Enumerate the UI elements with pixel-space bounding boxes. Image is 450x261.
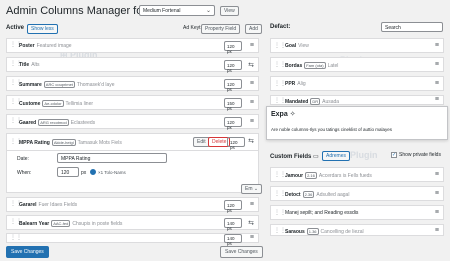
column-row[interactable]: ⋮⋮ Summare ARC couprimet Thomasek'd laye 1… (6, 76, 259, 92)
list-screen-select[interactable]: Medium Fortenal ⌄ (139, 5, 215, 16)
label-field-label: Date: (17, 156, 29, 162)
column-label: Title Alts (19, 62, 40, 68)
menu-icon[interactable]: ≡ (250, 42, 254, 49)
swap-icon[interactable]: ⇆ (248, 137, 254, 145)
width-input[interactable]: 140 ps (224, 234, 242, 246)
custom-field-row[interactable]: ⋮⋮ Detoct 2.36 Adsulted aagal ≡ (270, 186, 444, 201)
column-settings-panel: ⋮⋮ MPPA Rating Akide-heigl Tamasuk Mots Fi… (6, 133, 263, 194)
drag-handle-icon[interactable]: ⋮⋮ (10, 219, 22, 226)
menu-icon[interactable]: ≡ (435, 227, 439, 234)
column-label: Summare ARC couprimet Thomasek'd laye (19, 81, 115, 88)
property-field-button[interactable]: Property Field (201, 24, 241, 34)
width-input[interactable]: 140 ps (224, 218, 242, 231)
page-title: Admin Columns Manager for (6, 5, 147, 17)
column-label: Detoct 2.36 Adsulted aagal (285, 191, 350, 198)
menu-icon[interactable]: ≡ (435, 61, 439, 68)
width-input[interactable]: 120 px (224, 117, 242, 130)
pin-icon: ✧ (289, 111, 296, 118)
column-label: Balearn Year AAC-fed Chsupis in poste fiel… (19, 220, 123, 227)
drag-handle-icon[interactable]: ⋮⋮ (10, 118, 22, 125)
swap-icon[interactable]: ⇆ (248, 219, 254, 227)
swap-icon[interactable]: ⇆ (248, 61, 254, 69)
show-private-checkbox[interactable]: ✓ (391, 152, 397, 158)
width-input[interactable]: 120 ps (224, 60, 242, 73)
monitor-icon: ▭ (313, 154, 319, 160)
column-row[interactable]: ⋮⋮ Balearn Year AAC-fed Chsupis in poste f… (6, 215, 259, 231)
defaults-label: Defact: (270, 24, 291, 30)
popover-title: Expa ✧ (271, 111, 296, 118)
column-label: Goal View (285, 43, 309, 49)
column-label: Mandated DR Ausada (285, 98, 340, 105)
width-value-input[interactable]: 120 (57, 167, 79, 177)
custom-field-row[interactable]: ⋮⋮ Saraous 1.36 Cancelling de liezal ≡ (270, 224, 444, 236)
search-input[interactable]: Search (381, 22, 443, 32)
column-label: Jamour 2.16 Accerdars is Fells fueds (285, 172, 372, 179)
chevron-down-icon: ⌄ (253, 186, 259, 192)
chevron-down-icon: ⌄ (205, 8, 211, 14)
column-row[interactable]: ⋮⋮ Title Alts 120 ps ⇆ (6, 57, 259, 73)
width-input[interactable]: 120 ps (227, 137, 245, 150)
column-label: PPR Alig (285, 81, 306, 87)
column-label: Poster Featured image (19, 43, 72, 49)
width-input[interactable]: 120 ps (224, 200, 242, 213)
column-row[interactable]: ⋮⋮ Gararel Fuer Idaes Fields 120 ps ≡ (6, 197, 259, 213)
menu-icon[interactable]: ≡ (250, 118, 254, 125)
add-button[interactable]: Add (245, 24, 262, 34)
custom-fields-label: Custom Fields ▭ (270, 154, 319, 160)
width-input[interactable]: 150 ps (224, 98, 242, 111)
menu-icon[interactable]: ≡ (250, 99, 254, 106)
column-row[interactable]: ⋮⋮ 140 ps ≡ (6, 233, 259, 246)
column-row[interactable]: ⋮⋮ Custome Ae-cdolor Tellimia liner 150 ps… (6, 95, 259, 111)
drag-handle-icon[interactable]: ⋮⋮ (10, 235, 22, 242)
width-input[interactable]: 120 px (224, 41, 242, 54)
menu-icon[interactable]: ≡ (435, 190, 439, 197)
view-button[interactable]: View (220, 6, 239, 16)
drag-handle-icon[interactable]: ⋮⋮ (10, 61, 22, 68)
info-popover: Expa ✧ Are noble columns-Ilys you tating… (266, 106, 448, 140)
save-changes-button[interactable]: Save Changes (6, 246, 49, 258)
label-input[interactable]: MPPA Rating (57, 153, 167, 163)
column-label: Saraous 1.36 Cancelling de liezal (285, 228, 364, 235)
menu-icon[interactable]: ≡ (250, 80, 254, 87)
column-label: Gararel Fuer Idaes Fields (19, 202, 78, 208)
default-column-row[interactable]: ⋮⋮ PPR Alig ≡ (270, 76, 444, 91)
menu-icon[interactable]: ≡ (435, 80, 439, 87)
drag-handle-icon[interactable]: ⋮⋮ (10, 42, 22, 49)
show-less-button[interactable]: Show less (27, 24, 58, 34)
popover-text: Are noble columns-Ilys you tatings cinek… (271, 127, 393, 132)
active-label: Active (6, 25, 25, 31)
drag-handle-icon[interactable]: ⋮⋮ (10, 201, 22, 208)
default-column-row[interactable]: ⋮⋮ Goal View ≡ (270, 38, 444, 53)
width-field-label: When: (17, 170, 32, 176)
column-label: Gaared ARG recotmod Eclasteeds (19, 119, 96, 126)
add-custom-field-button[interactable]: Adremes (322, 151, 351, 161)
more-button[interactable]: Em ⌄ (241, 184, 263, 194)
menu-icon[interactable]: ≡ (435, 209, 439, 216)
column-label: Manej sepilt; and Reading essdis (285, 210, 359, 216)
unit-radio[interactable] (90, 169, 96, 175)
menu-icon[interactable]: ≡ (250, 201, 254, 208)
drag-handle-icon[interactable]: ⋮⋮ (10, 99, 22, 106)
custom-field-row[interactable]: ⋮⋮ Jamour 2.16 Accerdars is Fells fueds ≡ (270, 167, 444, 182)
divider (7, 150, 258, 151)
column-label: MPPA Rating Akide-heigl Tamasuk Mots Fiels (19, 139, 122, 146)
default-column-row[interactable]: ⋮⋮ Bordas Fam (ota) Latel ≡ (270, 57, 444, 72)
custom-field-row[interactable]: ⋮⋮ Manej sepilt; and Reading essdis ≡ (270, 205, 444, 220)
default-column-row[interactable]: ⋮⋮ Mandated DR Ausada ≡ (270, 95, 444, 105)
column-row[interactable]: ⋮⋮ Gaared ARG recotmod Eclasteeds 120 px ≡ (6, 114, 259, 130)
width-unit: px (81, 170, 87, 176)
column-row[interactable]: ⋮⋮ Poster Featured image 120 px ≡ (6, 38, 259, 54)
select-value: Medium Fortenal (143, 8, 181, 14)
drag-handle-icon[interactable]: ⋮⋮ (10, 80, 22, 87)
menu-icon[interactable]: ≡ (435, 96, 439, 103)
show-private-label: Show private fields (399, 152, 441, 158)
column-label: Custome Ae-cdolor Tellimia liner (19, 100, 94, 107)
menu-icon[interactable]: ≡ (250, 234, 254, 241)
column-label: Bordas Fam (ota) Latel (285, 62, 339, 69)
save-changes-secondary-button[interactable]: Save Changes (220, 246, 263, 258)
unit-radio-label: ×1 Tolo-Nams (98, 170, 126, 175)
menu-icon[interactable]: ≡ (435, 171, 439, 178)
menu-icon[interactable]: ≡ (435, 42, 439, 49)
width-input[interactable]: 120 ps (224, 79, 242, 92)
